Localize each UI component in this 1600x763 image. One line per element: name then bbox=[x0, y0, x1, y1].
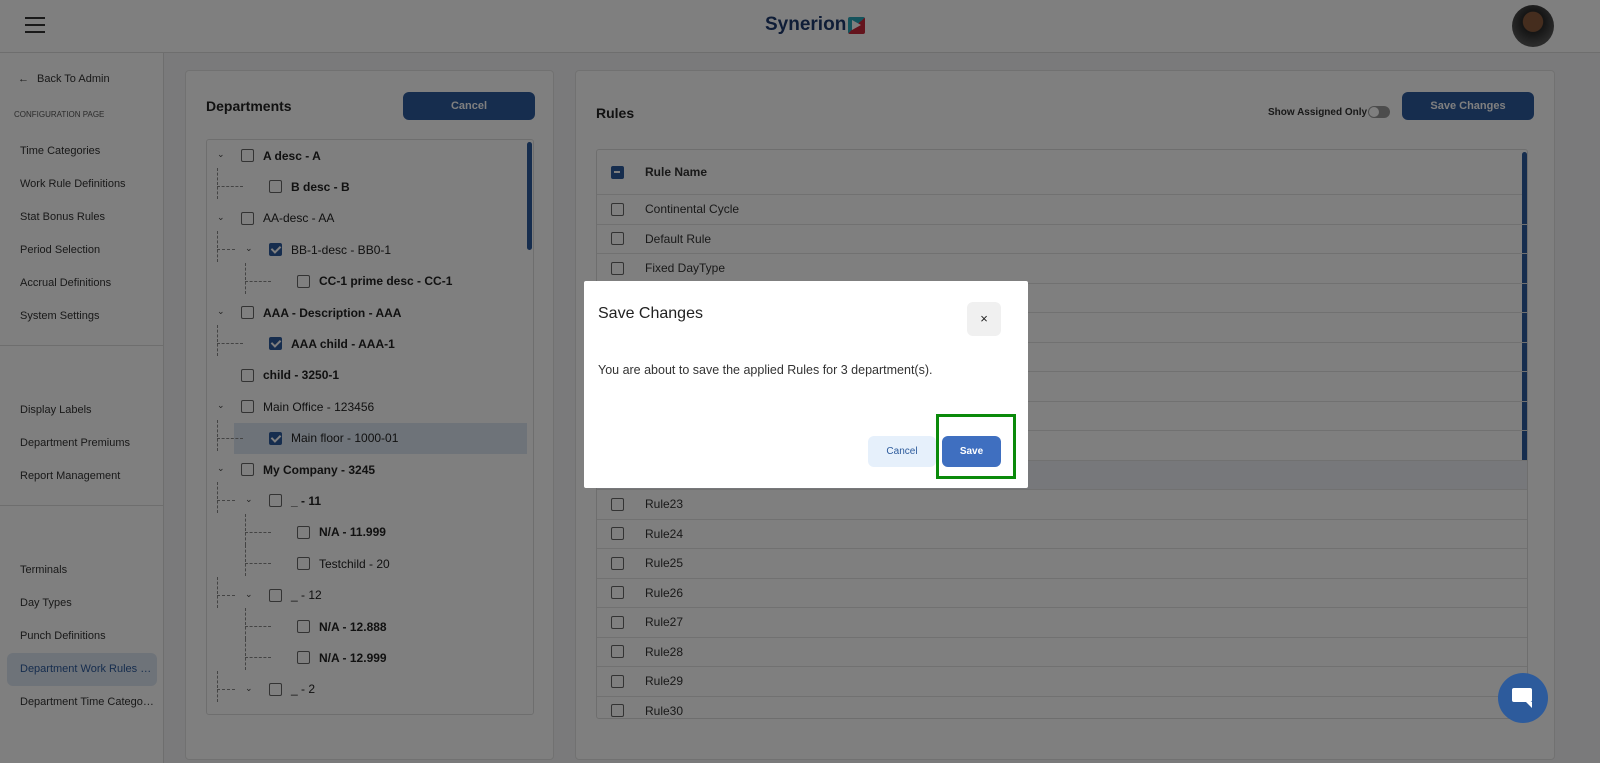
save-changes-dialog: Save Changes × You are about to save the… bbox=[584, 281, 1028, 488]
dialog-cancel-button[interactable]: Cancel bbox=[868, 436, 936, 467]
dialog-title: Save Changes bbox=[598, 305, 703, 322]
highlight-box bbox=[936, 414, 1016, 479]
close-icon[interactable]: × bbox=[967, 302, 1001, 336]
chat-icon[interactable] bbox=[1498, 673, 1548, 723]
dialog-message: You are about to save the applied Rules … bbox=[598, 363, 933, 377]
